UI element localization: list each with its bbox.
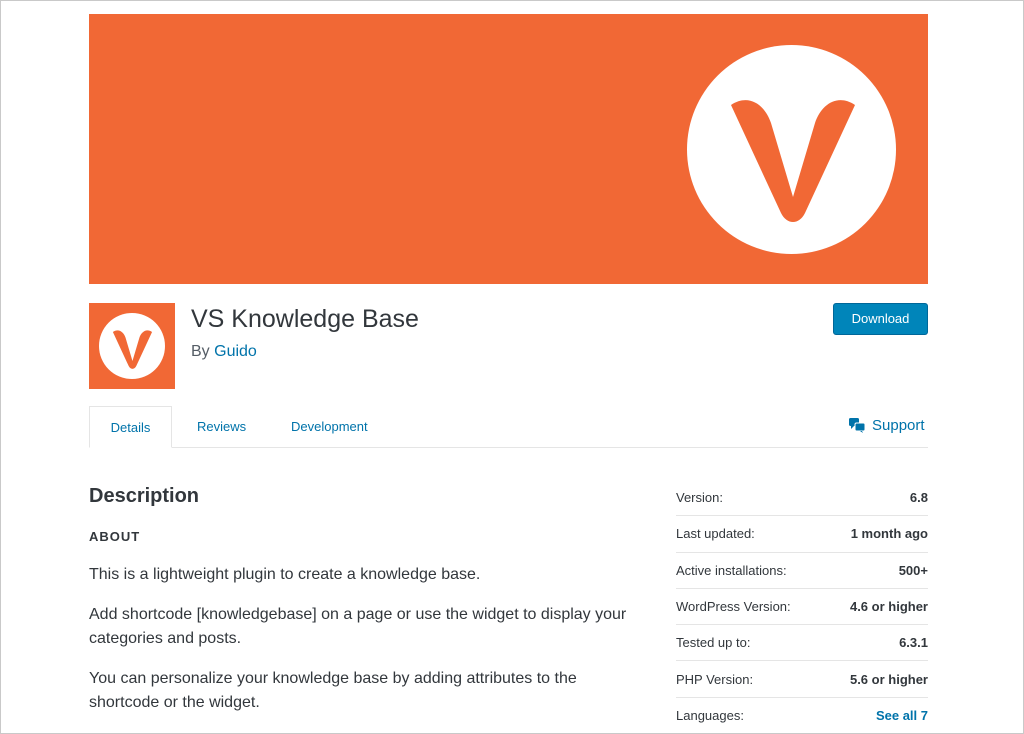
meta-row-php-version: PHP Version: 5.6 or higher (676, 661, 928, 698)
meta-value: 4.6 or higher (849, 599, 928, 615)
plugin-meta-list: Version: 6.8 Last updated: 1 month ago A… (676, 480, 928, 734)
meta-value: 5.6 or higher (849, 671, 928, 687)
author-link[interactable]: Guido (214, 343, 257, 360)
meta-row-last-updated: Last updated: 1 month ago (676, 516, 928, 553)
meta-row-languages: Languages: See all 7 (676, 698, 928, 734)
tab-details[interactable]: Details (89, 406, 172, 448)
meta-label: Version: (676, 490, 723, 506)
description-paragraph: Add shortcode [knowledgebase] on a page … (89, 606, 627, 647)
description-paragraph: You can personalize your knowledge base … (89, 670, 577, 711)
author-prefix: By (191, 343, 210, 360)
support-label: Support (872, 417, 925, 434)
banner-logo (687, 45, 896, 254)
chat-bubbles-icon (849, 418, 866, 433)
meta-label: Active installations: (676, 562, 787, 578)
download-button[interactable]: Download (833, 303, 928, 335)
about-label: ABOUT (89, 529, 141, 544)
tab-development[interactable]: Development (291, 406, 368, 448)
meta-value: 6.8 (909, 490, 928, 506)
meta-row-tested-up-to: Tested up to: 6.3.1 (676, 625, 928, 662)
plugin-title: VS Knowledge Base (191, 305, 419, 333)
description-paragraph: This is a lightweight plugin to create a… (89, 566, 481, 583)
meta-value: 500+ (898, 562, 928, 578)
support-link[interactable]: Support (849, 417, 925, 434)
meta-label: Languages: (676, 708, 744, 724)
meta-label: Tested up to: (676, 635, 751, 651)
meta-row-version: Version: 6.8 (676, 480, 928, 517)
meta-value: 6.3.1 (899, 635, 928, 651)
description-heading: Description (89, 485, 200, 507)
plugin-icon (89, 303, 175, 389)
plugin-banner (89, 14, 928, 284)
meta-label: PHP Version: (676, 671, 754, 687)
plugin-author: By Guido (191, 343, 257, 361)
v-logo-icon (112, 330, 153, 369)
v-logo-icon (731, 100, 855, 222)
meta-label: Last updated: (676, 526, 755, 542)
meta-row-active-installations: Active installations: 500+ (676, 553, 928, 589)
meta-label: WordPress Version: (676, 599, 791, 615)
meta-value: 1 month ago (850, 526, 928, 542)
languages-link[interactable]: See all 7 (876, 708, 928, 723)
tab-reviews[interactable]: Reviews (197, 406, 246, 448)
meta-row-wordpress-version: WordPress Version: 4.6 or higher (676, 589, 928, 626)
